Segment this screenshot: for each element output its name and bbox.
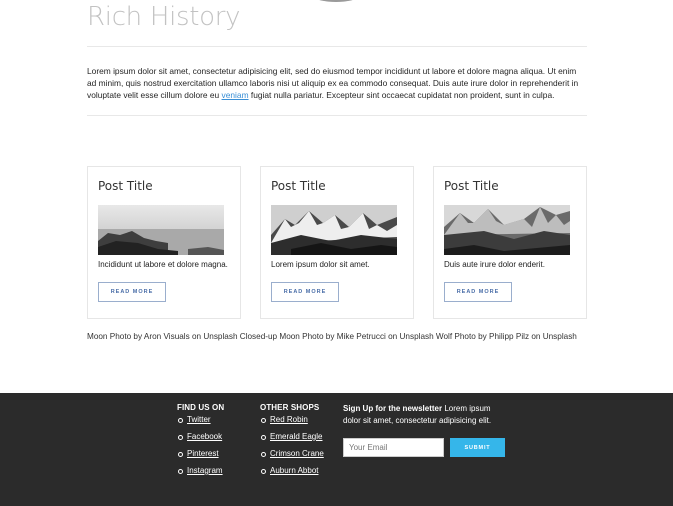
auburn-abbot-link[interactable]: Auburn Abbot bbox=[270, 466, 318, 475]
instagram-link[interactable]: Instagram bbox=[187, 466, 223, 475]
email-input[interactable]: Your Email bbox=[343, 438, 444, 457]
list-item: Auburn Abbot bbox=[260, 464, 324, 481]
post-card: Post Title Incididunt ut labore et dolor… bbox=[87, 166, 241, 319]
list-item: Facebook bbox=[177, 430, 224, 447]
read-more-button[interactable]: READ MORE bbox=[271, 282, 339, 302]
facebook-link[interactable]: Facebook bbox=[187, 432, 222, 441]
post-title: Post Title bbox=[271, 179, 326, 193]
divider bbox=[87, 115, 587, 116]
intro-text-2: fugiat nulla pariatur. Excepteur sint oc… bbox=[248, 90, 555, 100]
post-excerpt: Incididunt ut labore et dolore magna. bbox=[98, 260, 228, 269]
list-item: Pinterest bbox=[177, 447, 224, 464]
mountain-valley-photo bbox=[444, 205, 570, 255]
post-excerpt: Lorem ipsum dolor sit amet. bbox=[271, 260, 370, 269]
post-excerpt: Duis aute irure dolor enderit. bbox=[444, 260, 545, 269]
find-us-heading: FIND US ON bbox=[177, 403, 225, 412]
list-item: Twitter bbox=[177, 413, 224, 430]
list-item: Instagram bbox=[177, 464, 224, 481]
crimson-crane-link[interactable]: Crimson Crane bbox=[270, 449, 324, 458]
snowy-mountains-photo bbox=[271, 205, 397, 255]
emerald-eagle-link[interactable]: Emerald Eagle bbox=[270, 432, 322, 441]
other-shops-column: OTHER SHOPS Red Robin Emerald Eagle Crim… bbox=[260, 403, 324, 481]
social-links-list: Twitter Facebook Pinterest Instagram bbox=[177, 413, 224, 481]
list-item: Red Robin bbox=[260, 413, 324, 430]
post-card: Post Title Duis aute irure dolor enderit… bbox=[433, 166, 587, 319]
moon-image-edge bbox=[316, 0, 356, 2]
page-title: Rich History bbox=[87, 2, 241, 32]
read-more-button[interactable]: READ MORE bbox=[98, 282, 166, 302]
red-robin-link[interactable]: Red Robin bbox=[270, 415, 308, 424]
shops-list: Red Robin Emerald Eagle Crimson Crane Au… bbox=[260, 413, 324, 481]
post-title: Post Title bbox=[444, 179, 499, 193]
photo-credits: Moon Photo by Aron Visuals on Unsplash C… bbox=[87, 332, 577, 341]
newsletter-blurb: Sign Up for the newsletter Lorem ipsum d… bbox=[343, 403, 508, 427]
intro-paragraph: Lorem ipsum dolor sit amet, consectetur … bbox=[87, 65, 587, 101]
list-item: Emerald Eagle bbox=[260, 430, 324, 447]
sea-rocks-photo bbox=[98, 205, 224, 255]
pinterest-link[interactable]: Pinterest bbox=[187, 449, 219, 458]
divider bbox=[87, 46, 587, 47]
twitter-link[interactable]: Twitter bbox=[187, 415, 211, 424]
find-us-column: FIND US ON Twitter Facebook Pinterest In… bbox=[177, 403, 224, 481]
footer: FIND US ON Twitter Facebook Pinterest In… bbox=[0, 393, 673, 506]
veniam-link[interactable]: veniam bbox=[222, 90, 249, 100]
post-card: Post Title Lorem ipsum dolor sit amet. R… bbox=[260, 166, 414, 319]
read-more-button[interactable]: READ MORE bbox=[444, 282, 512, 302]
post-title: Post Title bbox=[98, 179, 153, 193]
submit-button[interactable]: SUBMIT bbox=[450, 438, 505, 457]
other-shops-heading: OTHER SHOPS bbox=[260, 403, 320, 412]
list-item: Crimson Crane bbox=[260, 447, 324, 464]
newsletter-heading: Sign Up for the newsletter bbox=[343, 404, 443, 413]
